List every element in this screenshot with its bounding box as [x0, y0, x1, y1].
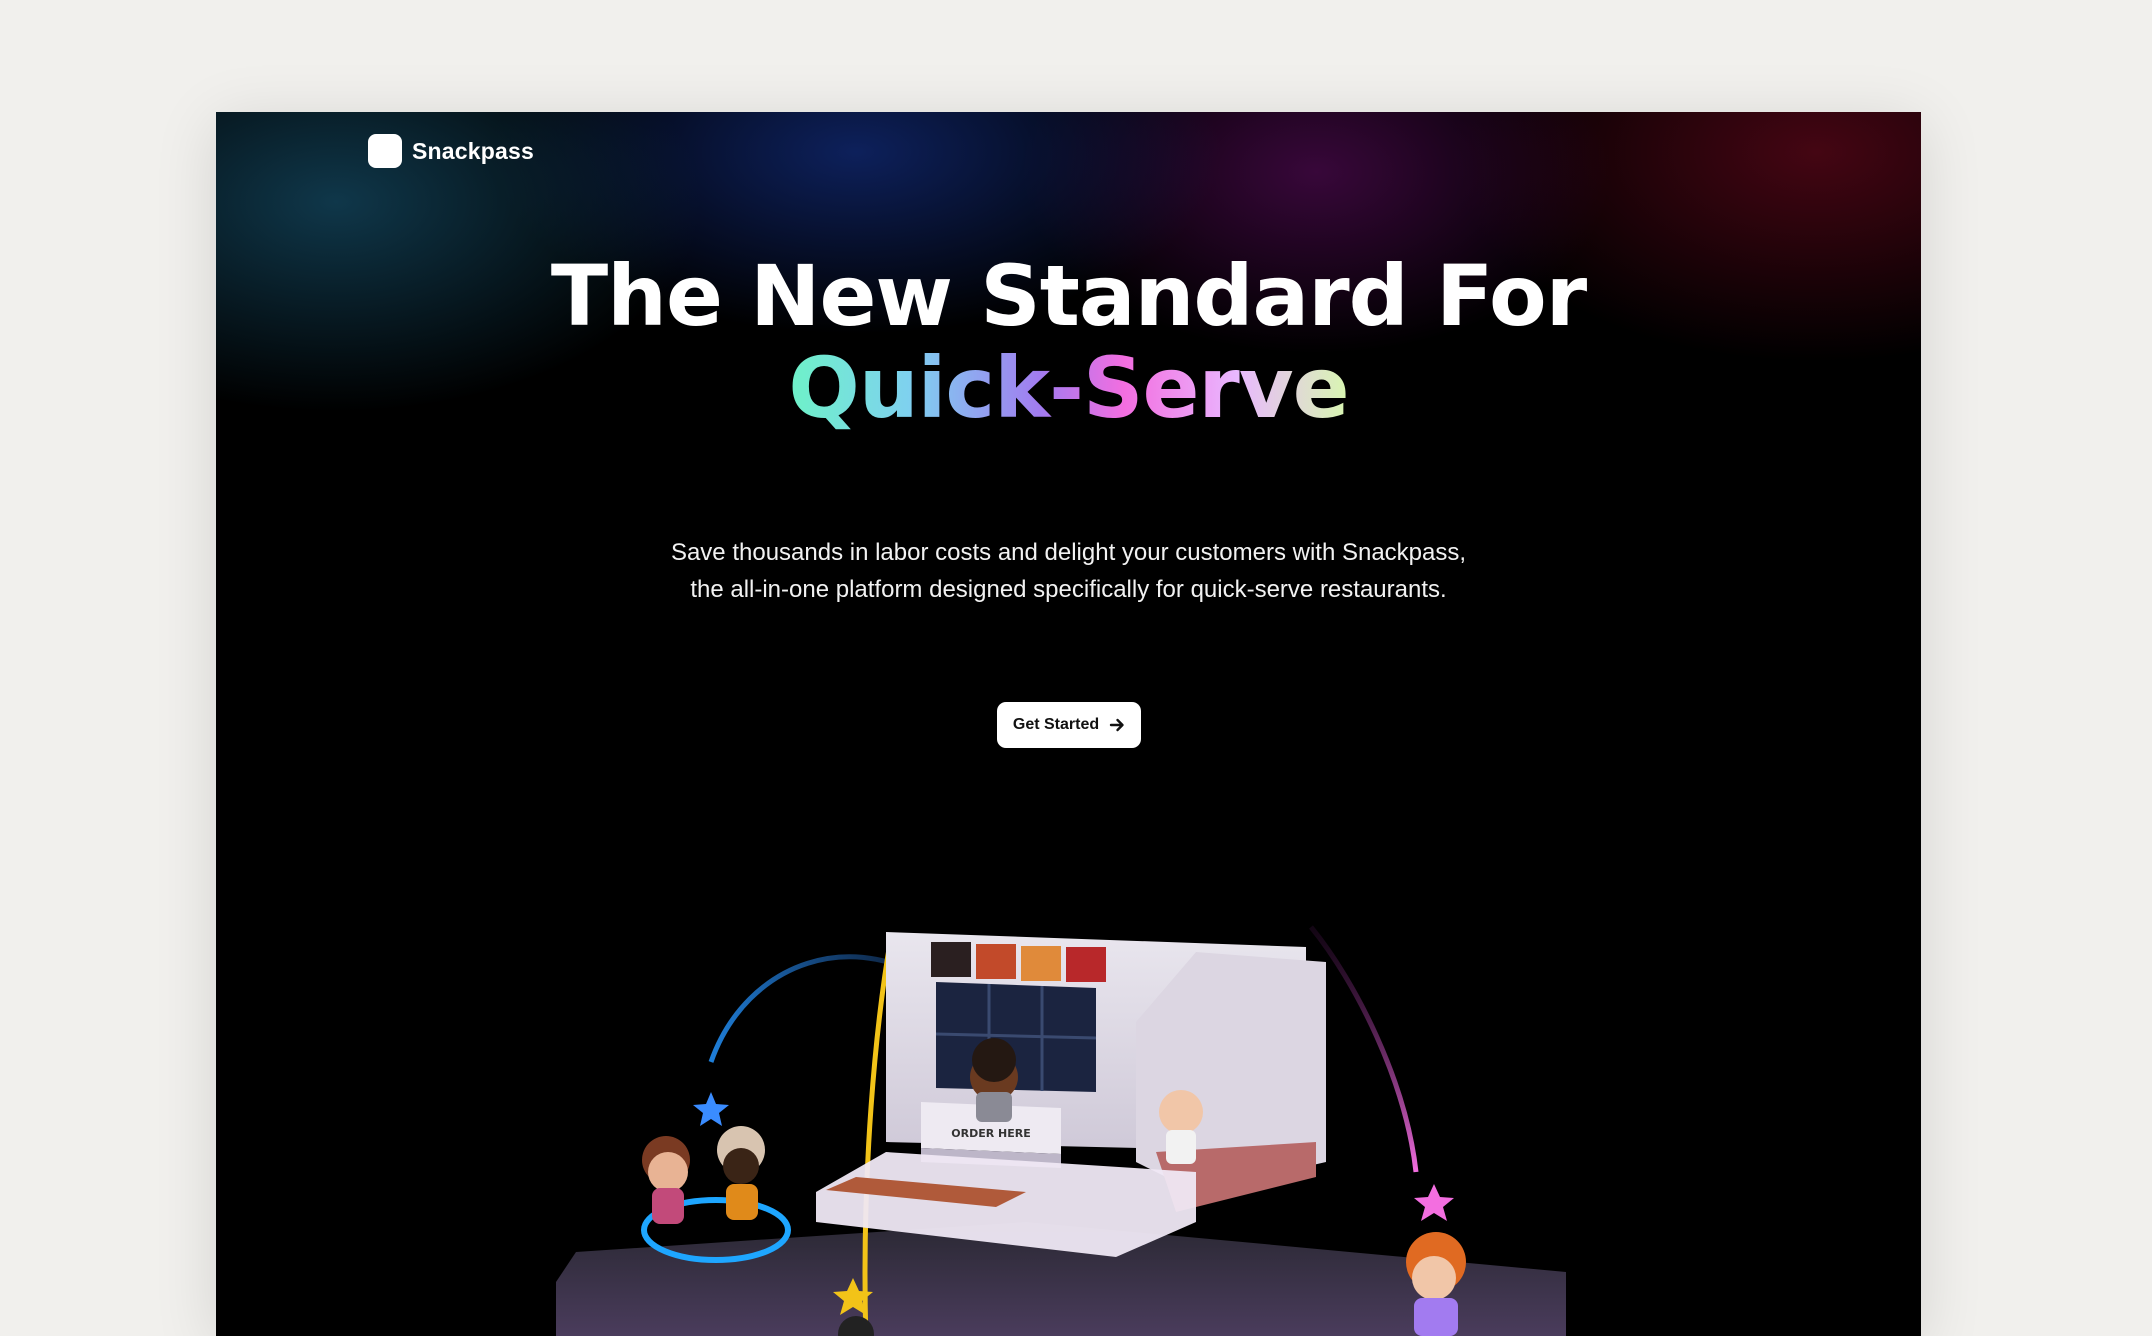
snackpass-logo-icon [368, 134, 402, 168]
restaurant-illustration: ORDER HERE [556, 925, 1566, 1336]
counter-sign: ORDER HERE [951, 1127, 1030, 1140]
get-started-button[interactable]: Get Started [997, 702, 1141, 748]
browser-frame: Snackpass The New Standard For Quick-Ser… [216, 112, 1921, 1336]
headline-line-1: The New Standard For [550, 247, 1587, 345]
hero-subtitle: Save thousands in labor costs and deligh… [216, 534, 1921, 608]
hero-headline: The New Standard For Quick-Serve [216, 250, 1921, 434]
brand-name: Snackpass [412, 137, 534, 164]
get-started-label: Get Started [1012, 716, 1100, 733]
subtitle-line-1: Save thousands in labor costs and deligh… [670, 539, 1467, 566]
subtitle-line-2: the all-in-one platform designed specifi… [690, 576, 1447, 603]
logo-link[interactable]: Snackpass [368, 134, 534, 168]
blue-star-icon [693, 1092, 729, 1126]
arrow-right-icon [1109, 718, 1124, 732]
pink-arc [1309, 925, 1419, 1173]
pink-star-icon [1414, 1184, 1454, 1221]
headline-line-2-gradient: Quick-Serve [788, 339, 1349, 437]
